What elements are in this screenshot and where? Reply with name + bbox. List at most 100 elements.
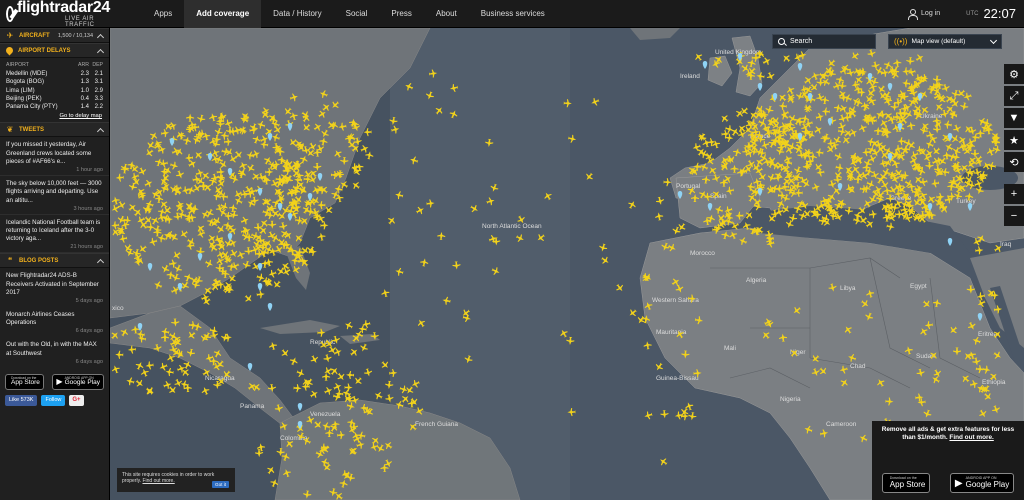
blog-item[interactable]: New Flightradar24 ADS-B Receivers Activa… bbox=[0, 268, 109, 307]
tweet-item[interactable]: If you missed it yesterday, Air Greenlan… bbox=[0, 137, 109, 177]
delays-header[interactable]: AIRPORT DELAYS bbox=[0, 43, 109, 58]
aircraft-icon[interactable] bbox=[655, 196, 665, 206]
google-play-label: Google Play bbox=[64, 379, 100, 387]
nav-about[interactable]: About bbox=[424, 0, 469, 28]
cookie-notice: This site requires cookies in order to w… bbox=[117, 468, 235, 492]
map-view-dropdown[interactable]: ((•)) Map view (default) bbox=[888, 34, 1002, 49]
aircraft-icon[interactable] bbox=[707, 138, 716, 147]
nav-apps[interactable]: Apps bbox=[142, 0, 184, 28]
settings-icon[interactable]: ⚙ bbox=[1004, 64, 1024, 84]
blog-time: 6 days ago bbox=[75, 358, 103, 365]
label-libya: Libya bbox=[840, 285, 856, 292]
aircraft-icon[interactable] bbox=[975, 246, 984, 255]
airport-name: Lima (LIM) bbox=[6, 87, 35, 94]
app-store-button[interactable]: Download on the App Store bbox=[5, 373, 44, 390]
aircraft-icon[interactable] bbox=[643, 411, 653, 421]
app-store-links: Download on the App Store ▶ ANDROID APP … bbox=[0, 371, 109, 393]
aircraft-icon[interactable] bbox=[584, 171, 595, 182]
quote-icon: ❝ bbox=[7, 256, 13, 266]
nav-business-services[interactable]: Business services bbox=[469, 0, 557, 28]
logo[interactable]: flightradar24 LIVE AIR TRAFFIC bbox=[0, 0, 110, 28]
app-store-button[interactable]: Download on the App Store bbox=[881, 473, 931, 493]
main-nav: Apps Add coverage Data / History Social … bbox=[142, 0, 557, 28]
search-box[interactable]: Search bbox=[772, 34, 876, 49]
zoom-out-icon[interactable]: − bbox=[1004, 206, 1024, 226]
aircraft-icon[interactable] bbox=[590, 97, 600, 107]
aircraft-count: 1,500 / 10,134 bbox=[57, 32, 93, 39]
tweet-item[interactable]: The sky below 10,000 feet — 3000 flights… bbox=[0, 176, 109, 215]
twitter-follow-button[interactable]: Follow bbox=[41, 394, 66, 406]
aircraft-icon[interactable] bbox=[765, 71, 776, 82]
sidebar: ✈ AIRCRAFT 1,500 / 10,134 AIRPORT DELAYS… bbox=[0, 28, 110, 500]
login-button[interactable]: Log in bbox=[907, 8, 940, 20]
label-guinea-bissau: Guinea-Bissau bbox=[656, 375, 699, 382]
aircraft-icon[interactable] bbox=[762, 56, 773, 67]
tweets-header[interactable]: ❦ TWEETS bbox=[0, 122, 109, 138]
filter-icon[interactable]: ▼ bbox=[1004, 108, 1024, 128]
arr-delay: 1.4 bbox=[80, 104, 89, 111]
label-nigeria: Nigeria bbox=[780, 396, 801, 403]
blog-header[interactable]: ❝ BLOG POSTS bbox=[0, 253, 109, 269]
aircraft-icon[interactable] bbox=[627, 307, 638, 318]
chevron-up-icon[interactable] bbox=[96, 48, 105, 56]
nav-press[interactable]: Press bbox=[379, 0, 423, 28]
map-view-label: Map view (default) bbox=[911, 38, 966, 45]
delay-map-link[interactable]: Go to delay map bbox=[6, 113, 103, 119]
airport-marker-icon[interactable] bbox=[702, 61, 708, 69]
facebook-like-button[interactable]: Like 573K bbox=[5, 394, 38, 406]
aircraft-icon[interactable] bbox=[654, 361, 665, 372]
tweet-time: 21 hours ago bbox=[70, 244, 103, 251]
tweet-text: The sky below 10,000 feet — 3000 flights… bbox=[6, 180, 102, 204]
table-row[interactable]: Panama City (PTY) 1.4 2.2 bbox=[6, 103, 103, 111]
aircraft-icon[interactable] bbox=[660, 410, 669, 419]
aircraft-icon[interactable] bbox=[600, 255, 611, 266]
google-plus-button[interactable]: G+ bbox=[69, 394, 84, 406]
tweet-item[interactable]: Icelandic National Football team is retu… bbox=[0, 215, 109, 254]
star-icon[interactable]: ★ bbox=[1004, 130, 1024, 150]
blog-item[interactable]: Out with the Old, in with the MAX at Sou… bbox=[0, 337, 109, 367]
chevron-up-icon[interactable] bbox=[96, 33, 105, 41]
airport-marker-icon[interactable] bbox=[757, 83, 763, 91]
aircraft-icon[interactable] bbox=[643, 341, 652, 350]
aircraft-header[interactable]: ✈ AIRCRAFT 1,500 / 10,134 bbox=[0, 28, 109, 43]
nav-add-coverage[interactable]: Add coverage bbox=[184, 0, 262, 28]
map-toolbar: ⚙ ⤢ ▼ ★ ⟲ + − bbox=[1004, 64, 1024, 226]
promo-link[interactable]: Find out more. bbox=[949, 434, 993, 441]
blog-item[interactable]: Monarch Airlines Ceases Operations 6 day… bbox=[0, 307, 109, 337]
nav-social[interactable]: Social bbox=[334, 0, 380, 28]
nav-data-history[interactable]: Data / History bbox=[261, 0, 333, 28]
flight-map[interactable]: Ireland United Kingdom Ukraine France Po… bbox=[110, 28, 1024, 500]
playback-icon[interactable]: ⟲ bbox=[1004, 152, 1024, 172]
aircraft-icon[interactable] bbox=[711, 139, 721, 149]
promo-banner[interactable]: Remove all ads & get extra features for … bbox=[872, 421, 1024, 471]
table-row[interactable]: Lima (LIM) 1.0 2.9 bbox=[6, 87, 103, 95]
chevron-up-icon[interactable] bbox=[96, 258, 105, 266]
aircraft-icon[interactable] bbox=[627, 199, 638, 210]
aircraft-icon[interactable] bbox=[739, 106, 750, 117]
aircraft-icon[interactable] bbox=[781, 53, 792, 64]
table-row[interactable]: Beijing (PEK) 0.4 3.3 bbox=[6, 95, 103, 103]
aircraft-icon[interactable] bbox=[734, 108, 745, 119]
table-row[interactable]: Medellin (MDE) 2.3 2.1 bbox=[6, 70, 103, 78]
col-dep: DEP bbox=[92, 62, 103, 68]
aircraft-icon[interactable] bbox=[658, 456, 669, 467]
table-row[interactable]: Bogota (BOG) 1.3 3.1 bbox=[6, 78, 103, 86]
aircraft-icon[interactable] bbox=[654, 212, 664, 221]
blog-time: 6 days ago bbox=[75, 328, 103, 335]
aircraft-icon[interactable] bbox=[598, 243, 608, 253]
aircraft-icon[interactable] bbox=[693, 51, 704, 62]
cookie-link[interactable]: Find out more. bbox=[142, 478, 174, 484]
fullscreen-icon[interactable]: ⤢ bbox=[1004, 86, 1024, 106]
zoom-in-icon[interactable]: + bbox=[1004, 184, 1024, 204]
aircraft-icon[interactable] bbox=[674, 411, 684, 420]
cookie-accept-button[interactable]: Got it bbox=[212, 481, 229, 488]
promo-text: Remove all ads & get extra features for … bbox=[881, 426, 1015, 441]
aircraft-icon[interactable] bbox=[688, 412, 697, 421]
aircraft-icon[interactable] bbox=[719, 113, 730, 124]
google-play-button[interactable]: ▶ ANDROID APP ON Google Play bbox=[52, 373, 104, 390]
google-play-button[interactable]: ▶ ANDROID APP ON Google Play bbox=[949, 473, 1015, 493]
aircraft-icon[interactable] bbox=[671, 226, 681, 236]
aircraft-icon[interactable] bbox=[614, 282, 625, 293]
chevron-up-icon[interactable] bbox=[96, 127, 105, 136]
social-buttons: Like 573K Follow G+ bbox=[0, 393, 109, 408]
